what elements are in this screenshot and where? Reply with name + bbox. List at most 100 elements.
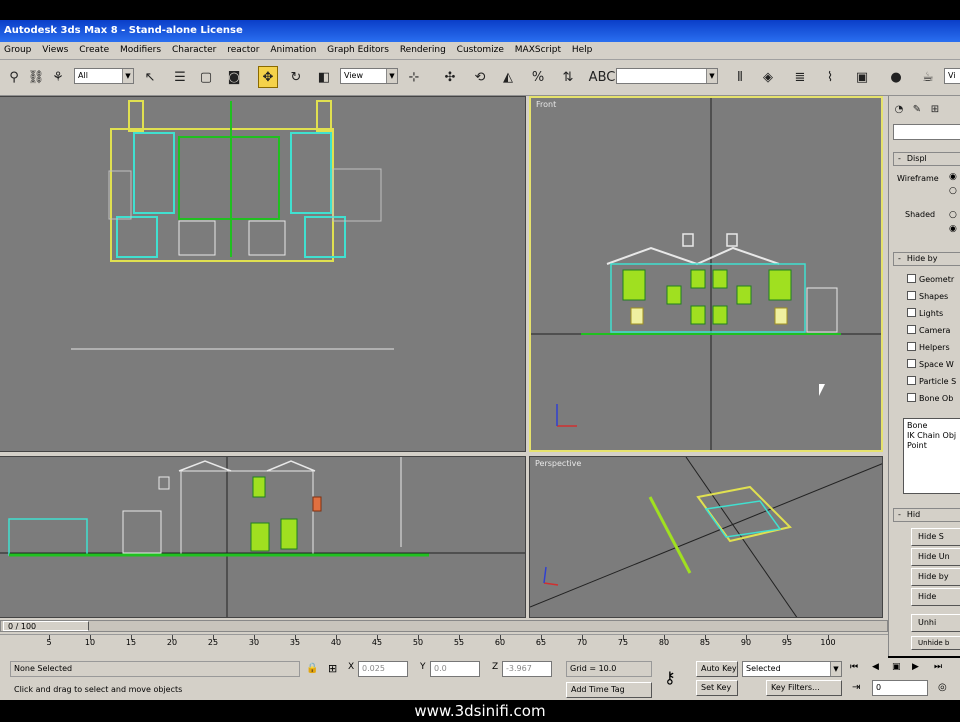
selection-filter-dropdown[interactable]: All ▼ [74, 68, 134, 84]
wireframe-radio[interactable]: ◉ [949, 172, 957, 182]
list-item[interactable]: IK Chain Obj [907, 431, 960, 441]
create-tab-icon[interactable]: ◔ [891, 100, 907, 118]
category-bone-objects-checkbox[interactable]: Bone Ob [907, 393, 953, 403]
track-bar[interactable]: 5 10 15 20 25 30 35 40 45 50 55 60 65 70 75 80 85 90 95 100 [0, 634, 888, 656]
category-cameras-checkbox[interactable]: Camera [907, 325, 950, 335]
pivot-center-icon[interactable]: ⊹ [404, 66, 424, 88]
viewport-perspective[interactable]: Perspective [529, 456, 883, 618]
menu-customize[interactable]: Customize [453, 42, 508, 58]
key-mode-dropdown[interactable]: Selected ▼ [742, 661, 842, 677]
render-type-dropdown[interactable]: Vi [944, 68, 960, 84]
category-helpers-checkbox[interactable]: Helpers [907, 342, 950, 352]
bind-space-warp-icon[interactable]: ⚘ [48, 66, 68, 88]
key-mode-toggle-icon[interactable]: ⇥ [852, 682, 860, 693]
unhide-by-name-button[interactable]: Unhide b [911, 636, 960, 650]
named-selection-sets-dropdown[interactable]: ▼ [616, 68, 718, 84]
menu-rendering[interactable]: Rendering [396, 42, 450, 58]
set-key-icon[interactable]: ⚷ [664, 668, 676, 687]
name-field[interactable] [893, 124, 960, 140]
hide-by-category-rollout-header[interactable]: - Hide by [893, 252, 960, 266]
shaded-radio-2[interactable]: ◉ [949, 224, 957, 234]
wireframe-radio-2[interactable]: ○ [949, 186, 957, 196]
unlink-icon[interactable]: ⛓ [26, 66, 46, 88]
mirror-icon[interactable]: ⫴ [730, 66, 750, 88]
viewport-top[interactable] [0, 96, 526, 452]
schematic-view-icon[interactable]: ▣ [852, 66, 872, 88]
set-key-button[interactable]: Set Key [696, 680, 738, 696]
status-bar: None Selected Click and drag to select a… [0, 658, 960, 700]
category-geometry-checkbox[interactable]: Geometr [907, 274, 954, 284]
category-shapes-checkbox[interactable]: Shapes [907, 291, 948, 301]
menu-modifiers[interactable]: Modifiers [116, 42, 165, 58]
category-lights-checkbox[interactable]: Lights [907, 308, 943, 318]
rectangular-region-icon[interactable]: ▢ [196, 66, 216, 88]
percent-snap-icon[interactable]: % [528, 66, 548, 88]
time-slider[interactable]: 0 / 100 [0, 620, 888, 632]
unhide-all-button[interactable]: Unhi [911, 614, 960, 632]
menu-views[interactable]: Views [38, 42, 72, 58]
edit-named-sets-icon[interactable]: ABC [589, 66, 616, 88]
select-object-icon[interactable]: ↖ [140, 66, 160, 88]
category-particle-systems-checkbox[interactable]: Particle S [907, 376, 956, 386]
y-coordinate-field[interactable]: 0.0 [430, 661, 480, 677]
hide-selected-button[interactable]: Hide S [911, 528, 960, 546]
hierarchy-tab-icon[interactable]: ⊞ [927, 100, 943, 118]
z-coordinate-field[interactable]: -3.967 [502, 661, 552, 677]
absolute-mode-icon[interactable]: ⊞ [328, 662, 337, 675]
lock-selection-icon[interactable]: 🔒 [306, 663, 318, 674]
window-crossing-icon[interactable]: ◙ [224, 66, 244, 88]
menu-group[interactable]: Group [0, 42, 35, 58]
time-slider-thumb[interactable]: 0 / 100 [3, 621, 89, 631]
key-filters-button[interactable]: Key Filters... [766, 680, 842, 696]
hide-by-hit-button[interactable]: Hide [911, 588, 960, 606]
go-to-end-icon[interactable]: ⏭ [934, 662, 942, 672]
track-bar-label: 20 [166, 638, 178, 647]
next-frame-icon[interactable]: ▶ [912, 662, 919, 672]
auto-key-button[interactable]: Auto Key [696, 661, 738, 677]
material-editor-icon[interactable]: ● [886, 66, 906, 88]
hide-rollout-header[interactable]: - Hid [893, 508, 960, 522]
hide-unselected-button[interactable]: Hide Un [911, 548, 960, 566]
menu-maxscript[interactable]: MAXScript [511, 42, 565, 58]
time-configuration-icon[interactable]: ◎ [938, 682, 947, 693]
list-item[interactable]: Point [907, 441, 960, 451]
play-icon[interactable]: ▣ [892, 662, 901, 672]
spinner-snap-icon[interactable]: ⇅ [558, 66, 578, 88]
category-space-warps-checkbox[interactable]: Space W [907, 359, 954, 369]
watermark: www.3dsinifi.com [0, 700, 960, 720]
hide-by-list[interactable]: Bone IK Chain Obj Point [903, 418, 960, 494]
side-elevation-drawing [0, 457, 525, 617]
select-and-manipulate-icon[interactable]: ✣ [440, 66, 460, 88]
select-by-name-icon[interactable]: ☰ [170, 66, 190, 88]
link-icon[interactable]: ⚲ [4, 66, 24, 88]
curve-editor-icon[interactable]: ⌇ [820, 66, 840, 88]
shaded-radio[interactable]: ○ [949, 210, 957, 220]
render-scene-icon[interactable]: ☕ [918, 66, 938, 88]
previous-frame-icon[interactable]: ◀ [872, 662, 879, 672]
add-time-tag-button[interactable]: Add Time Tag [566, 682, 652, 698]
menu-character[interactable]: Character [168, 42, 220, 58]
align-icon[interactable]: ◈ [758, 66, 778, 88]
menu-graph-editors[interactable]: Graph Editors [323, 42, 393, 58]
snap-toggle-icon[interactable]: ⟲ [470, 66, 490, 88]
select-scale-icon[interactable]: ◧ [314, 66, 334, 88]
track-bar-label: 65 [535, 638, 547, 647]
go-to-start-icon[interactable]: ⏮ [850, 662, 858, 672]
viewport-left[interactable] [0, 456, 526, 618]
layer-manager-icon[interactable]: ≣ [790, 66, 810, 88]
modify-tab-icon[interactable]: ✎ [909, 100, 925, 118]
select-move-icon[interactable]: ✥ [258, 66, 278, 88]
select-rotate-icon[interactable]: ↻ [286, 66, 306, 88]
menu-animation[interactable]: Animation [266, 42, 320, 58]
menu-help[interactable]: Help [568, 42, 597, 58]
list-item[interactable]: Bone [907, 421, 960, 431]
menu-create[interactable]: Create [75, 42, 113, 58]
current-frame-field[interactable]: 0 [872, 680, 928, 696]
menu-reactor[interactable]: reactor [223, 42, 263, 58]
viewport-front[interactable]: Front [529, 96, 883, 452]
x-coordinate-field[interactable]: 0.025 [358, 661, 408, 677]
display-rollout-header[interactable]: - Displ [893, 152, 960, 166]
angle-snap-icon[interactable]: ◭ [498, 66, 518, 88]
reference-coordinate-dropdown[interactable]: View ▼ [340, 68, 398, 84]
hide-by-name-button[interactable]: Hide by [911, 568, 960, 586]
